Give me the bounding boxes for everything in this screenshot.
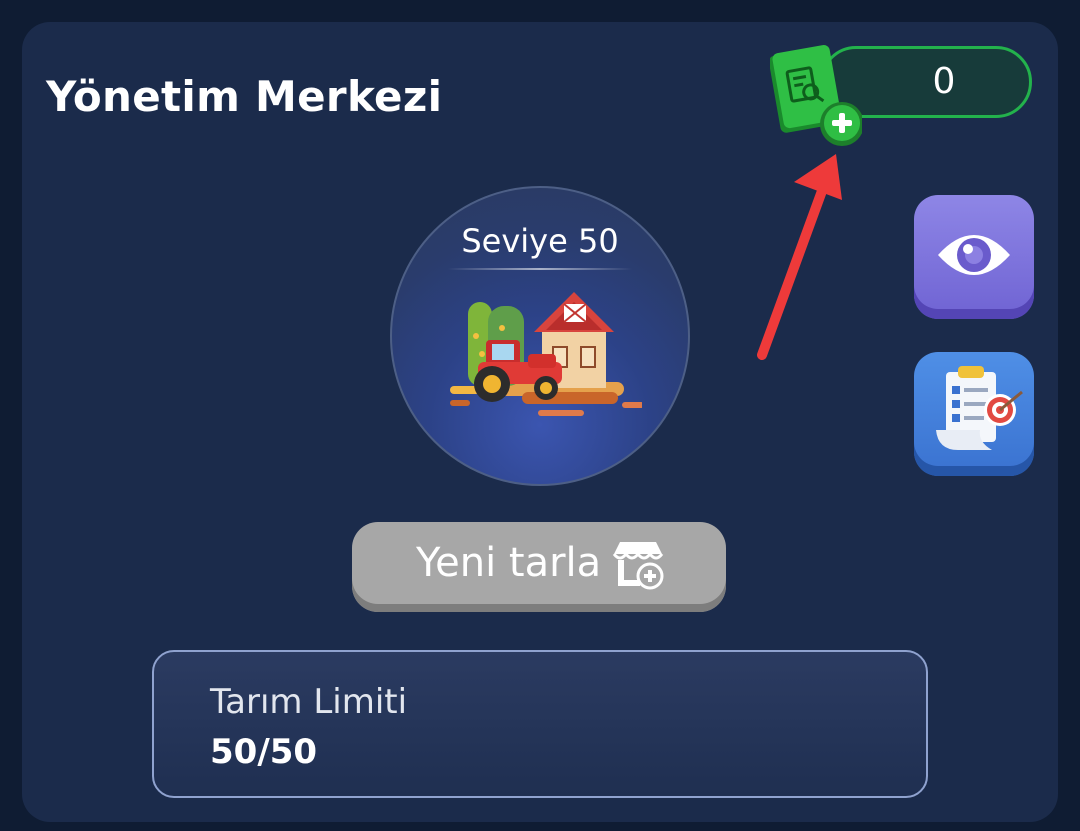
shop-add-icon: [612, 542, 664, 590]
plus-icon: [820, 102, 862, 146]
farming-limit-card: Tarım Limiti 50/50: [152, 650, 928, 798]
arrow-annotation: [757, 154, 842, 360]
level-badge[interactable]: Seviye 50: [390, 186, 690, 486]
tasks-button[interactable]: [914, 352, 1034, 476]
eye-icon: [938, 235, 1010, 275]
view-button[interactable]: [914, 195, 1034, 319]
page-title: Yönetim Merkezi: [46, 72, 443, 121]
document-search-icon[interactable]: [770, 44, 862, 148]
new-field-button[interactable]: Yeni tarla: [352, 522, 726, 612]
checklist-target-icon: [936, 366, 1023, 450]
limit-value: 50/50: [210, 732, 318, 772]
level-label: Seviye 50: [461, 222, 619, 260]
new-field-label: Yeni tarla: [416, 540, 602, 586]
farm-illustration: [450, 292, 642, 416]
level-divider: [448, 268, 632, 270]
limit-label: Tarım Limiti: [210, 682, 408, 722]
